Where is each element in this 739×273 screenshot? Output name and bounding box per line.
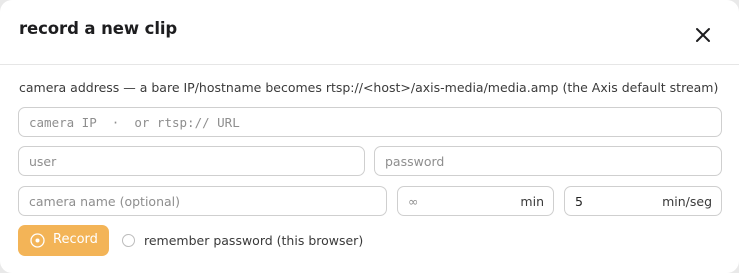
camera-name-field[interactable] — [18, 186, 387, 216]
camera-name-input[interactable] — [29, 187, 376, 215]
user-field[interactable] — [18, 146, 365, 176]
duration-field[interactable]: min — [397, 186, 554, 216]
password-field[interactable] — [374, 146, 722, 176]
remember-password-radio[interactable] — [122, 234, 135, 247]
record-button[interactable]: Record — [18, 225, 109, 256]
segment-unit: min/seg — [662, 194, 712, 209]
duration-input[interactable] — [408, 187, 508, 215]
password-input[interactable] — [385, 147, 711, 175]
header-divider — [0, 64, 739, 65]
user-input[interactable] — [29, 147, 354, 175]
close-icon[interactable] — [694, 26, 712, 44]
duration-unit: min — [520, 194, 544, 209]
segment-field[interactable]: min/seg — [564, 186, 722, 216]
remember-password-label[interactable]: remember password (this browser) — [144, 233, 363, 248]
camera-address-field[interactable] — [18, 107, 722, 137]
record-button-label: Record — [53, 232, 98, 247]
record-icon — [30, 233, 45, 248]
dialog-title: record a new clip — [19, 19, 178, 38]
camera-address-hint: camera address — a bare IP/hostname beco… — [19, 80, 719, 95]
camera-address-input[interactable] — [29, 108, 709, 136]
record-clip-dialog: record a new clip camera address — a bar… — [0, 0, 739, 273]
segment-input[interactable] — [575, 187, 655, 215]
